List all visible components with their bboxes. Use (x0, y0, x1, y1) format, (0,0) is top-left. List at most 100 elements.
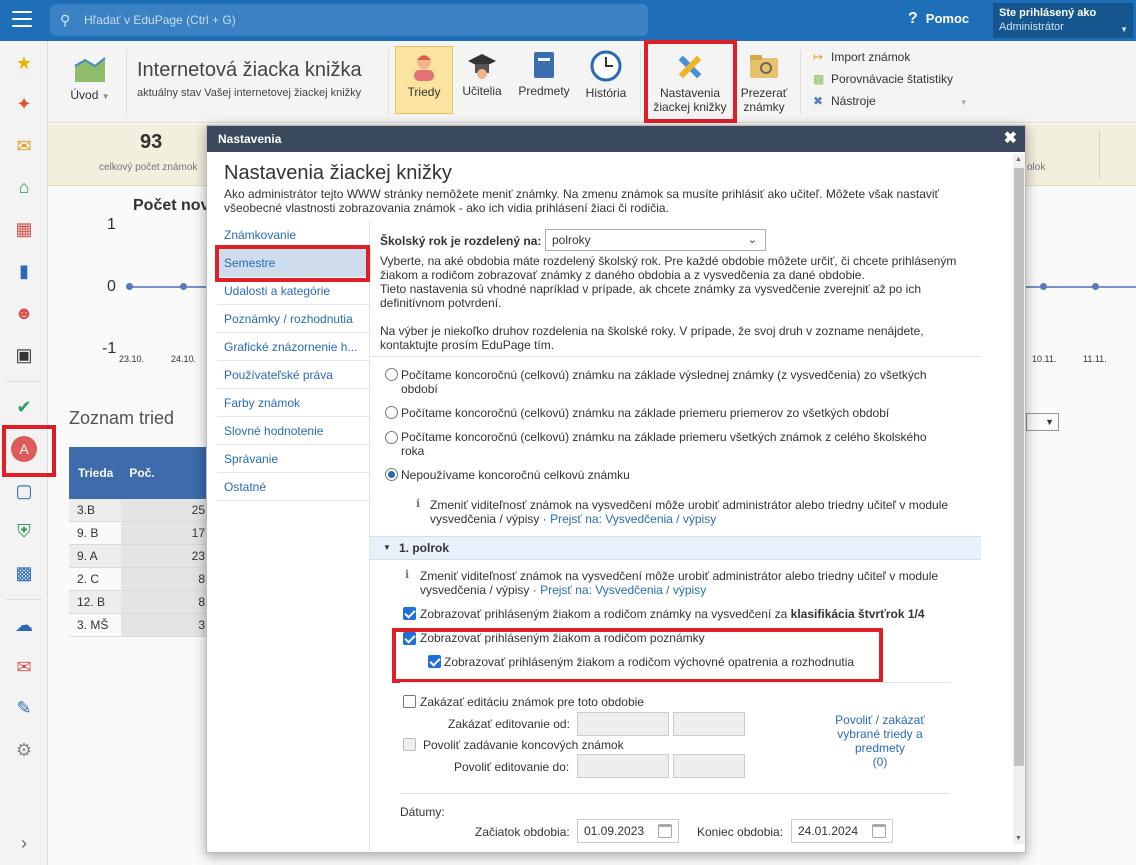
student-icon (414, 55, 434, 81)
shield-icon[interactable]: ⛨ (12, 519, 36, 543)
allow-classes-link[interactable]: Povoliť / zakázať vybrané triedy a predm… (807, 713, 953, 769)
link-text: vybrané triedy a (837, 727, 923, 741)
info-icon: ℹ (416, 498, 421, 510)
radio-final-from-reports[interactable] (385, 368, 398, 381)
end-date-field[interactable]: 24.01.2024 (791, 819, 893, 843)
user-role: Administrátor (999, 21, 1064, 33)
book-icon[interactable]: ▮ (12, 259, 36, 283)
tools-icon: ✖ (813, 94, 824, 108)
help-icon: ? (908, 10, 918, 27)
radio-final-from-averages[interactable] (385, 406, 398, 419)
check-circle-icon[interactable]: ✔ (12, 395, 36, 419)
home-button[interactable]: Úvod ▼ (70, 52, 110, 102)
stats-icon[interactable]: ▩ (12, 561, 36, 585)
search-input[interactable]: ⚲ Hľadať v EduPage (Ctrl + G) (50, 4, 648, 36)
show-report-grades-checkbox[interactable] (403, 607, 416, 620)
history-button[interactable]: História (581, 50, 631, 100)
divider (640, 50, 641, 114)
browse-grades-button[interactable]: Prezerať známky (738, 50, 790, 114)
magic-wand-icon[interactable]: ✦ (12, 92, 36, 116)
link-text: Povoliť / zakázať (835, 713, 925, 727)
scroll-up-icon[interactable]: ▲ (1015, 156, 1022, 163)
disable-from-label: Zakázať editovanie od: (448, 717, 570, 731)
modal-header: Nastavenia ✖ (207, 126, 1025, 152)
link-text: predmety (854, 741, 906, 755)
mail-icon[interactable]: ✉ (12, 134, 36, 158)
description-line: všeobecné vlastnosti zobrazovania známok… (224, 201, 669, 215)
side-menu-item[interactable]: Poznámky / rozhodnutia (217, 305, 371, 333)
disable-edit-checkbox[interactable] (403, 695, 416, 708)
gear-icon[interactable]: ⚙ (12, 738, 36, 762)
compare-stats-button[interactable]: ▩ Porovnávacie štatistiky (813, 72, 953, 86)
side-menu-item[interactable]: Ostatné (217, 473, 371, 501)
modal-scrollbar[interactable]: ▲ ▼ (1013, 154, 1025, 844)
start-date-field[interactable]: 01.09.2023 (577, 819, 679, 843)
radio-final-from-all-grades[interactable] (385, 431, 398, 444)
teachers-button[interactable]: Učitelia (458, 50, 506, 98)
classes-label: Triedy (407, 85, 441, 99)
briefcase-icon[interactable]: ▢ (12, 479, 36, 503)
collapse-icon: ▼ (383, 543, 391, 552)
search-placeholder: Hľadať v EduPage (Ctrl + G) (84, 13, 236, 27)
radio-label: Počítame koncoročnú (celkovú) známku na … (401, 406, 890, 420)
help-button[interactable]: ? Pomoc (908, 10, 969, 28)
radio-label: Nepoužívame koncoročnú celkovú známku (401, 468, 630, 482)
dropdown-icon: ▼ (1120, 25, 1128, 34)
menu-icon[interactable] (12, 11, 32, 27)
star-icon[interactable]: ★ (12, 51, 36, 75)
import-grades-button[interactable]: ↦ Import známok (813, 50, 910, 64)
dropdown-icon: ▼ (959, 98, 968, 107)
radio-no-final-grade[interactable] (385, 468, 398, 481)
calendar-icon[interactable]: ▣ (12, 343, 36, 367)
close-icon[interactable]: ✖ (1004, 126, 1017, 152)
radio-text: Počítame koncoročnú (celkovú) známku na … (401, 368, 927, 382)
side-menu-item[interactable]: Farby známok (217, 389, 371, 417)
bar-chart-icon: ▩ (813, 72, 825, 86)
reports-link[interactable]: Prejsť na: Vysvedčenia / výpisy (540, 583, 706, 597)
link-text: (0) (872, 755, 888, 769)
side-menu-item[interactable]: Správanie (217, 445, 371, 473)
import-icon: ↦ (813, 50, 824, 64)
home-icon[interactable]: ⌂ (12, 175, 36, 199)
end-date-label: Koniec obdobia: (697, 825, 784, 839)
open-book-icon[interactable]: ☁ (12, 613, 36, 637)
scrollbar-thumb[interactable] (1014, 168, 1024, 766)
section-1-semester[interactable]: ▼ 1. polrok (370, 536, 981, 560)
divider (400, 682, 950, 683)
show-report-grades-label: Zobrazovať prihláseným žiakom a rodičom … (420, 607, 925, 621)
subjects-button[interactable]: Predmety (514, 50, 574, 98)
classes-button[interactable]: Triedy (395, 46, 453, 114)
year-split-select[interactable]: polroky ⌄ (545, 229, 766, 251)
side-menu-item[interactable]: Používateľské práva (217, 361, 371, 389)
side-menu-item[interactable]: Grafické znázornenie h... (217, 333, 371, 361)
calendar-icon[interactable] (658, 824, 672, 838)
import-label: Import známok (831, 50, 911, 64)
timetable-icon[interactable]: ▦ (12, 217, 36, 241)
allow-final-checkbox[interactable] (403, 738, 416, 751)
help-line: kontaktujte prosím EduPage tím. (380, 338, 555, 352)
help-line: žiakom a rodičom zobrazovať známky z dan… (380, 268, 865, 282)
disable-from-time[interactable] (673, 712, 745, 736)
person-icon[interactable]: ☻ (12, 301, 36, 325)
chat-icon[interactable]: ✉ (12, 655, 36, 679)
calendar-icon[interactable] (872, 824, 886, 838)
expand-icon[interactable]: › (12, 831, 36, 855)
allow-to-time[interactable] (673, 754, 745, 778)
teachers-label: Učitelia (462, 84, 502, 98)
highlight-notes (392, 628, 883, 683)
pen-icon[interactable]: ✎ (12, 696, 36, 720)
user-menu[interactable]: Ste prihlásený ako Administrátor ▼ (993, 3, 1133, 38)
disable-edit-label: Zakázať editáciu známok pre toto obdobie (420, 695, 644, 709)
radio-text: roka (401, 444, 425, 458)
info-text: Zmeniť viditeľnosť známok na vysvedčení … (430, 498, 949, 512)
subjects-label: Predmety (518, 84, 570, 98)
scroll-down-icon[interactable]: ▼ (1015, 835, 1022, 842)
tools-button[interactable]: ✖ Nástroje ▼ (813, 94, 968, 108)
side-menu-item[interactable]: Slovné hodnotenie (217, 417, 371, 445)
folder-search-icon (750, 55, 778, 78)
disable-from-date[interactable] (577, 712, 669, 736)
help-label: Pomoc (925, 11, 970, 26)
reports-link[interactable]: Prejsť na: Vysvedčenia / výpisy (550, 512, 716, 526)
chevron-down-icon: ⌄ (747, 234, 757, 246)
allow-to-date[interactable] (577, 754, 669, 778)
